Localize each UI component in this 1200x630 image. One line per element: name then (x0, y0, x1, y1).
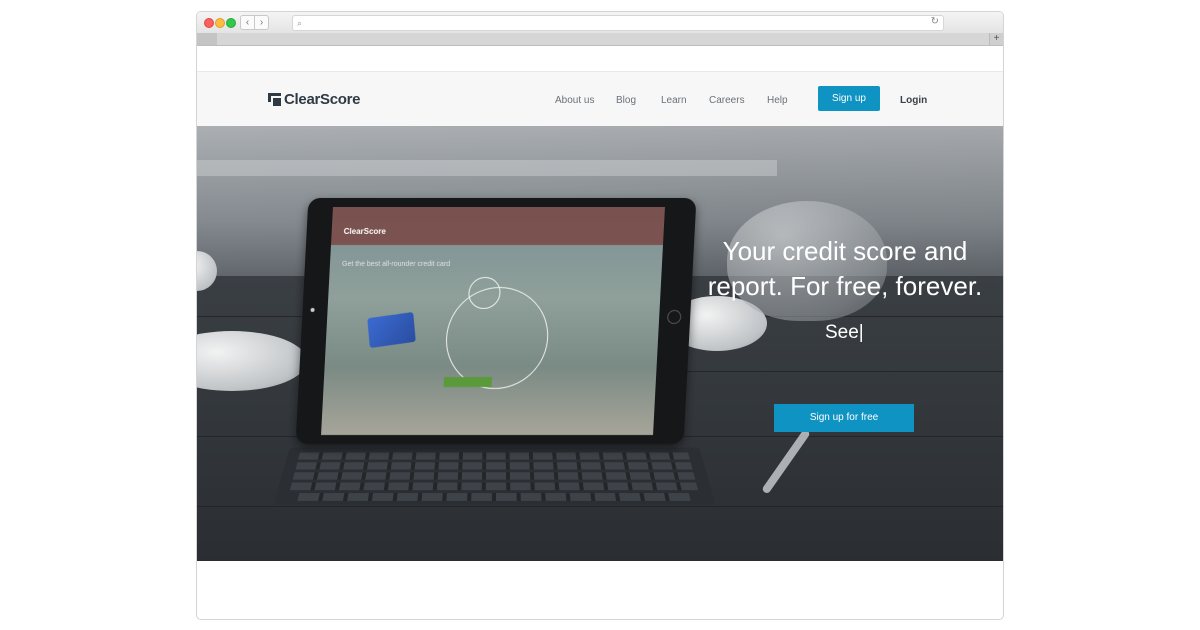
hero-subtitle: See| (825, 322, 864, 343)
browser-titlebar: ‹ › ⌕ ↻ (197, 12, 1003, 34)
camera-dot (310, 308, 315, 312)
nav-learn[interactable]: Learn (661, 95, 687, 106)
signup-for-free-button[interactable]: Sign up for free (774, 404, 914, 432)
close-window-button[interactable] (204, 18, 214, 28)
new-tab-icon[interactable]: + (989, 33, 1003, 45)
site-header: ClearScore About us Blog Learn Careers H… (197, 71, 1003, 128)
signup-button[interactable]: Sign up (818, 86, 880, 111)
home-button-icon (666, 310, 682, 324)
nav-careers[interactable]: Careers (709, 95, 745, 106)
ipad-screen: ClearScore Get the best all-rounder cred… (321, 207, 665, 435)
ipad-image: ClearScore Get the best all-rounder cred… (295, 198, 697, 444)
clearscore-page: ClearScore About us Blog Learn Careers H… (197, 71, 1003, 561)
ipad-screen-button (443, 377, 493, 387)
hero-section: ClearScore Get the best all-rounder cred… (197, 126, 1003, 561)
ipad-screen-credit-card (367, 311, 416, 349)
nav-blog[interactable]: Blog (616, 95, 636, 106)
back-icon[interactable]: ‹ (240, 15, 255, 30)
browser-window: ‹ › ⌕ ↻ + ClearScore About us Blog Learn… (196, 11, 1004, 620)
hero-background-shelf (197, 160, 777, 176)
nav-about-us[interactable]: About us (555, 95, 594, 106)
logo-text: ClearScore (284, 91, 361, 108)
logo[interactable]: ClearScore (268, 91, 361, 108)
hero-title-line2: report. For free, forever. (707, 271, 983, 301)
clearscore-logo-icon (268, 93, 281, 106)
ipad-screen-ring (443, 287, 551, 389)
search-icon: ⌕ (297, 18, 303, 28)
zoom-window-button[interactable] (226, 18, 236, 28)
login-link[interactable]: Login (900, 95, 927, 106)
hero-title-line1: Your credit score and (722, 236, 968, 266)
ipad-screen-headline: Get the best all-rounder credit card (341, 261, 451, 268)
address-bar[interactable]: ⌕ ↻ (292, 15, 944, 31)
ipad-screen-logo: ClearScore (343, 227, 387, 236)
nav-help[interactable]: Help (767, 95, 788, 106)
ipad-screen-nav: ClearScore (330, 207, 665, 245)
reload-icon[interactable]: ↻ (931, 16, 939, 27)
tab-active[interactable] (197, 33, 217, 45)
hero-title: Your credit score and report. For free, … (695, 234, 995, 304)
minimize-window-button[interactable] (215, 18, 225, 28)
tab-bar: + (197, 33, 1003, 46)
forward-icon[interactable]: › (254, 15, 269, 30)
keyboard-image (273, 447, 716, 505)
